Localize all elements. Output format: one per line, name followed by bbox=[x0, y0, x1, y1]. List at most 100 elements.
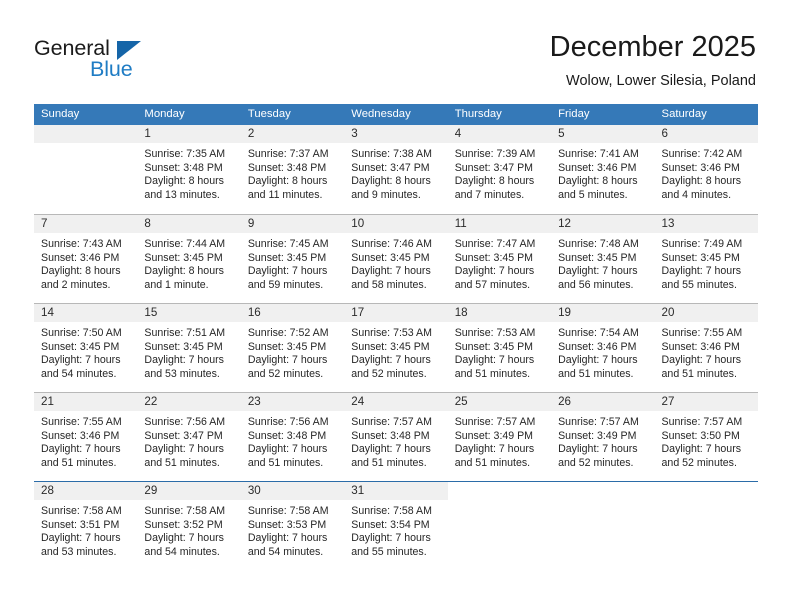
day-detail-line: and 54 minutes. bbox=[41, 367, 117, 380]
day-detail-line: Daylight: 7 hours bbox=[661, 354, 742, 367]
day-details: Sunrise: 7:45 AM Sunset: 3:45 PM Daylight:… bbox=[241, 233, 344, 292]
day-details: Sunrise: 7:51 AM Sunset: 3:45 PM Daylight:… bbox=[137, 322, 240, 381]
day-detail-line: Sunrise: 7:48 AM bbox=[558, 238, 639, 250]
calendar-day-cell[interactable]: 4 Sunrise: 7:39 AM Sunset: 3:47 PM Daylight… bbox=[447, 125, 552, 214]
calendar-day-cell[interactable]: 19 Sunrise: 7:54 AM Sunset: 3:46 PM Dayligh… bbox=[551, 304, 655, 392]
calendar-day-cell[interactable]: 11 Sunrise: 7:47 AM Sunset: 3:45 PM Dayligh… bbox=[447, 215, 552, 303]
day-number bbox=[551, 482, 654, 500]
calendar-day-cell[interactable]: 6 Sunrise: 7:42 AM Sunset: 3:46 PM Daylight… bbox=[654, 125, 758, 214]
day-detail-line: Daylight: 7 hours bbox=[351, 532, 431, 545]
calendar-day-cell[interactable]: 31 Sunrise: 7:58 AM Sunset: 3:54 PM Dayligh… bbox=[344, 482, 448, 570]
day-detail-line: Sunset: 3:48 PM bbox=[144, 161, 223, 174]
day-detail-line: Daylight: 7 hours bbox=[661, 265, 742, 278]
calendar-day-cell[interactable]: 1 Sunrise: 7:35 AM Sunset: 3:48 PM Daylight… bbox=[137, 125, 241, 214]
day-detail-line: and 59 minutes. bbox=[247, 278, 324, 291]
day-detail-line: and 55 minutes. bbox=[351, 545, 427, 558]
calendar-day-cell[interactable]: 13 Sunrise: 7:49 AM Sunset: 3:45 PM Dayligh… bbox=[654, 215, 758, 303]
calendar-day-cell[interactable]: 26 Sunrise: 7:57 AM Sunset: 3:49 PM Dayligh… bbox=[551, 393, 655, 481]
calendar-day-cell[interactable]: 21 Sunrise: 7:55 AM Sunset: 3:46 PM Dayligh… bbox=[34, 393, 138, 481]
day-detail-line: Sunrise: 7:57 AM bbox=[454, 416, 536, 428]
calendar-day-cell[interactable]: 12 Sunrise: 7:48 AM Sunset: 3:45 PM Dayligh… bbox=[551, 215, 655, 303]
day-detail-line: Sunrise: 7:39 AM bbox=[454, 148, 536, 160]
day-detail-line: Sunrise: 7:43 AM bbox=[41, 238, 122, 250]
calendar-day-cell[interactable]: 14 Sunrise: 7:50 AM Sunset: 3:45 PM Dayligh… bbox=[34, 304, 138, 392]
day-number: 31 bbox=[344, 482, 448, 500]
day-detail-line: Sunrise: 7:49 AM bbox=[661, 238, 743, 250]
calendar-day-cell[interactable]: 8 Sunrise: 7:44 AM Sunset: 3:45 PM Daylight… bbox=[137, 215, 241, 303]
day-detail-line: Daylight: 8 hours bbox=[144, 265, 224, 278]
day-number: 10 bbox=[344, 215, 448, 233]
day-number: 28 bbox=[34, 482, 138, 500]
day-details: Sunrise: 7:54 AM Sunset: 3:46 PM Daylight:… bbox=[551, 322, 654, 381]
calendar-week-row: 28 Sunrise: 7:58 AM Sunset: 3:51 PM Dayligh… bbox=[34, 481, 758, 570]
calendar-day-cell[interactable]: 25 Sunrise: 7:57 AM Sunset: 3:49 PM Dayligh… bbox=[447, 393, 552, 481]
day-detail-line: Daylight: 7 hours bbox=[351, 265, 431, 278]
day-detail-line: and 53 minutes. bbox=[41, 545, 117, 558]
day-detail-line: Daylight: 8 hours bbox=[661, 175, 742, 188]
day-number: 18 bbox=[447, 304, 552, 322]
day-detail-line: and 56 minutes. bbox=[558, 278, 634, 291]
calendar-day-cell[interactable]: 16 Sunrise: 7:52 AM Sunset: 3:45 PM Dayligh… bbox=[240, 304, 345, 392]
day-details: Sunrise: 7:50 AM Sunset: 3:45 PM Daylight:… bbox=[34, 322, 137, 381]
logo-text-blue: Blue bbox=[90, 57, 133, 81]
calendar-day-cell[interactable]: 5 Sunrise: 7:41 AM Sunset: 3:46 PM Daylight… bbox=[551, 125, 655, 214]
day-detail-line: and 52 minutes. bbox=[247, 367, 324, 380]
calendar-day-cell[interactable]: 17 Sunrise: 7:53 AM Sunset: 3:45 PM Dayligh… bbox=[344, 304, 448, 392]
day-detail-line: Daylight: 7 hours bbox=[558, 354, 638, 367]
day-detail-line: Sunrise: 7:58 AM bbox=[41, 505, 122, 517]
day-detail-line: Daylight: 7 hours bbox=[351, 354, 431, 367]
calendar-day-cell[interactable]: 20 Sunrise: 7:55 AM Sunset: 3:46 PM Dayligh… bbox=[654, 304, 758, 392]
day-detail-line: Sunrise: 7:45 AM bbox=[247, 238, 329, 250]
calendar-day-cell[interactable]: 9 Sunrise: 7:45 AM Sunset: 3:45 PM Daylight… bbox=[240, 215, 345, 303]
day-number: 20 bbox=[654, 304, 758, 322]
day-details: Sunrise: 7:48 AM Sunset: 3:45 PM Daylight:… bbox=[551, 233, 654, 292]
day-number: 2 bbox=[240, 125, 345, 143]
day-detail-line: and 54 minutes. bbox=[247, 545, 324, 558]
calendar-day-cell[interactable]: 15 Sunrise: 7:51 AM Sunset: 3:45 PM Dayligh… bbox=[137, 304, 241, 392]
calendar-day-cell[interactable]: 27 Sunrise: 7:57 AM Sunset: 3:50 PM Dayligh… bbox=[654, 393, 758, 481]
calendar-day-cell[interactable]: 30 Sunrise: 7:58 AM Sunset: 3:53 PM Dayligh… bbox=[240, 482, 345, 570]
day-detail-line: and 13 minutes. bbox=[144, 188, 220, 201]
day-details: Sunrise: 7:53 AM Sunset: 3:45 PM Daylight:… bbox=[344, 322, 447, 381]
day-detail-line: and 9 minutes. bbox=[351, 188, 421, 201]
day-detail-line: Sunset: 3:46 PM bbox=[661, 161, 740, 174]
day-detail-line: and 4 minutes. bbox=[661, 188, 732, 201]
day-detail-line: Daylight: 7 hours bbox=[558, 265, 638, 278]
calendar-day-cell[interactable]: 3 Sunrise: 7:38 AM Sunset: 3:47 PM Daylight… bbox=[344, 125, 448, 214]
calendar-grid: Sunday Monday Tuesday Wednesday Thursday Frid… bbox=[34, 104, 758, 570]
day-detail-line: and 52 minutes. bbox=[558, 456, 634, 469]
day-detail-line: Daylight: 7 hours bbox=[454, 443, 535, 456]
day-number: 24 bbox=[344, 393, 448, 411]
calendar-day-cell[interactable]: 18 Sunrise: 7:53 AM Sunset: 3:45 PM Dayligh… bbox=[447, 304, 552, 392]
day-number: 30 bbox=[240, 482, 345, 500]
day-detail-line: Sunrise: 7:53 AM bbox=[454, 327, 536, 339]
calendar-empty-cell bbox=[551, 482, 654, 570]
day-detail-line: Sunset: 3:45 PM bbox=[454, 340, 534, 353]
day-details: Sunrise: 7:53 AM Sunset: 3:45 PM Daylight:… bbox=[448, 322, 551, 381]
calendar-weeks: 1 Sunrise: 7:35 AM Sunset: 3:48 PM Daylight… bbox=[34, 125, 758, 570]
day-details: Sunrise: 7:39 AM Sunset: 3:47 PM Daylight:… bbox=[448, 143, 551, 202]
general-blue-logo: General Blue bbox=[34, 36, 234, 92]
day-detail-line: Sunset: 3:51 PM bbox=[41, 518, 120, 531]
calendar-week-row: 14 Sunrise: 7:50 AM Sunset: 3:45 PM Dayligh… bbox=[34, 303, 758, 392]
day-detail-line: Daylight: 8 hours bbox=[247, 175, 328, 188]
day-details: Sunrise: 7:58 AM Sunset: 3:54 PM Daylight:… bbox=[344, 500, 447, 559]
day-detail-line: Daylight: 7 hours bbox=[41, 354, 121, 367]
day-detail-line: and 54 minutes. bbox=[144, 545, 220, 558]
calendar-day-cell[interactable]: 10 Sunrise: 7:46 AM Sunset: 3:45 PM Dayligh… bbox=[344, 215, 448, 303]
calendar-day-cell[interactable]: 28 Sunrise: 7:58 AM Sunset: 3:51 PM Dayligh… bbox=[34, 482, 138, 570]
day-number: 25 bbox=[447, 393, 552, 411]
weekday-header-sunday: Sunday bbox=[41, 108, 80, 120]
calendar-day-cell[interactable]: 29 Sunrise: 7:58 AM Sunset: 3:52 PM Dayligh… bbox=[137, 482, 241, 570]
day-details: Sunrise: 7:44 AM Sunset: 3:45 PM Daylight:… bbox=[137, 233, 240, 292]
day-detail-line: and 51 minutes. bbox=[661, 367, 737, 380]
day-detail-line: Daylight: 7 hours bbox=[144, 532, 224, 545]
day-detail-line: Sunset: 3:45 PM bbox=[144, 251, 223, 264]
calendar-day-cell[interactable]: 2 Sunrise: 7:37 AM Sunset: 3:48 PM Daylight… bbox=[240, 125, 345, 214]
calendar-day-cell[interactable]: 22 Sunrise: 7:56 AM Sunset: 3:47 PM Dayligh… bbox=[137, 393, 241, 481]
calendar-day-cell[interactable]: 23 Sunrise: 7:56 AM Sunset: 3:48 PM Dayligh… bbox=[240, 393, 345, 481]
calendar-day-cell[interactable]: 24 Sunrise: 7:57 AM Sunset: 3:48 PM Dayligh… bbox=[344, 393, 448, 481]
day-number: 23 bbox=[240, 393, 345, 411]
calendar-day-cell[interactable]: 7 Sunrise: 7:43 AM Sunset: 3:46 PM Daylight… bbox=[34, 215, 138, 303]
day-number: 7 bbox=[34, 215, 138, 233]
